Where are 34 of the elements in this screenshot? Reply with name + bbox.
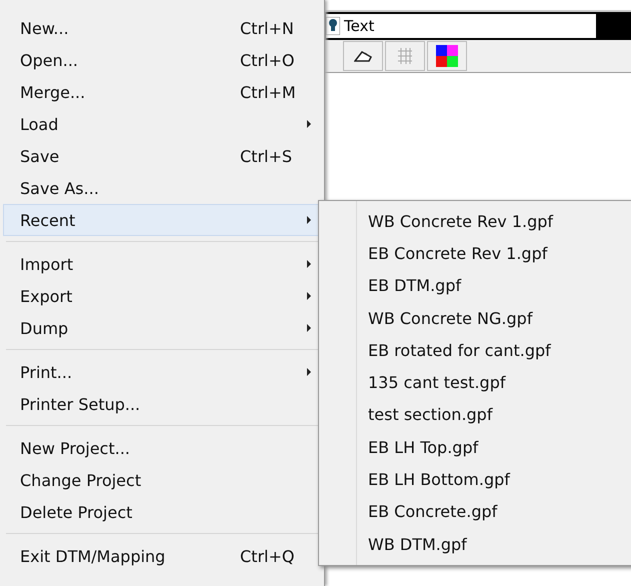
menu-item[interactable]: EB LH Top.gpf — [319, 431, 631, 464]
color-squares-icon — [436, 45, 458, 67]
shape-icon — [354, 49, 372, 63]
menu-item[interactable]: Import — [3, 248, 320, 280]
menu-item[interactable]: New Project... — [3, 432, 320, 464]
menu-item[interactable]: New... Ctrl+N — [3, 12, 320, 44]
menu-item[interactable]: Save As... — [3, 172, 320, 204]
menu-item[interactable]: Save Ctrl+S — [3, 140, 320, 172]
menu-item[interactable]: Export — [3, 280, 320, 312]
menu-item[interactable]: Exit DTM/Mapping Ctrl+Q — [3, 540, 320, 572]
menu-item[interactable]: EB DTM.gpf — [319, 270, 631, 302]
menu-item[interactable]: WB Concrete NG.gpf — [319, 302, 631, 334]
menu-item[interactable]: WB Concrete Rev 1.gpf — [319, 205, 631, 238]
menu-item[interactable]: Merge... Ctrl+M — [3, 76, 320, 108]
menu-item[interactable]: Delete Project — [3, 496, 320, 528]
menu-item[interactable]: EB rotated for cant.gpf — [319, 334, 631, 366]
menu-item[interactable]: Change Project — [3, 464, 320, 496]
menu-item[interactable]: EB Concrete Rev 1.gpf — [319, 237, 631, 270]
toolbar-button[interactable] — [343, 41, 383, 71]
menu-item[interactable]: test section.gpf — [319, 398, 631, 432]
grid-icon — [396, 47, 414, 65]
toolbar-button[interactable] — [427, 41, 467, 71]
menu-item[interactable]: Dump — [3, 312, 320, 344]
menu-item[interactable]: Printer Setup... — [3, 388, 320, 420]
menu-item[interactable]: EB LH Bottom.gpf — [319, 463, 631, 496]
menu-item[interactable]: Print... — [3, 356, 320, 388]
menu-item[interactable]: Open... Ctrl+O — [3, 44, 320, 76]
menu-item[interactable]: Load — [3, 108, 320, 140]
menu-item[interactable]: WB DTM.gpf — [319, 528, 631, 560]
menu-item[interactable]: EB Concrete.gpf — [319, 496, 631, 528]
text-field[interactable]: Text — [326, 14, 596, 38]
menu-item[interactable]: Recent — [3, 204, 320, 236]
menu-item[interactable]: 135 cant test.gpf — [319, 366, 631, 399]
lightbulb-icon — [326, 17, 340, 35]
